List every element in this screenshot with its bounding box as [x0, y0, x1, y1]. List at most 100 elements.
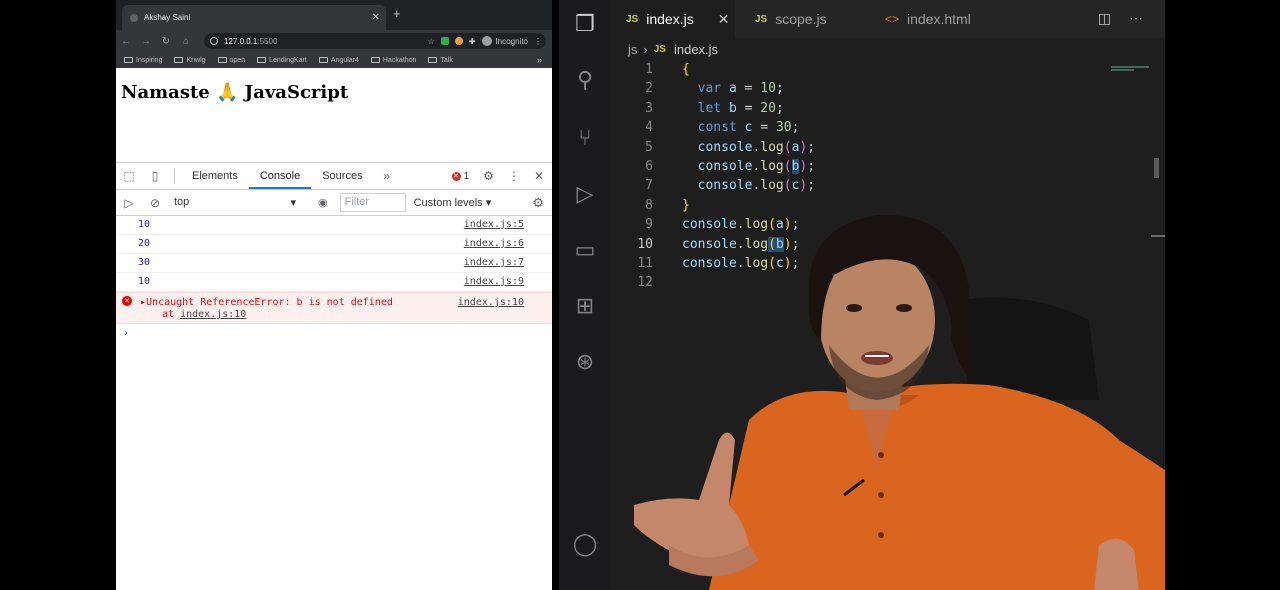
error-message[interactable]: ▸Uncaught ReferenceError: b is not defin…: [140, 297, 393, 308]
site-info-icon[interactable]: [210, 37, 218, 45]
breadcrumb-folder[interactable]: js: [628, 42, 637, 57]
git-graph-icon[interactable]: ⊛: [571, 348, 599, 376]
code-text: console.log(b);: [697, 158, 816, 174]
settings-gear-icon[interactable]: ⚙: [483, 169, 494, 183]
scrollbar-thumb[interactable]: [1154, 158, 1159, 178]
device-toolbar-icon[interactable]: ▯: [142, 169, 168, 183]
error-source-link[interactable]: index.js:10: [458, 297, 524, 308]
folder-icon: [174, 57, 184, 63]
bookmark-item[interactable]: open: [217, 57, 245, 64]
new-tab-icon[interactable]: +: [393, 6, 401, 21]
stack-source-link[interactable]: index.js:10: [180, 309, 246, 320]
editor-tab-scope-js[interactable]: JS scope.js: [755, 0, 827, 38]
account-icon[interactable]: ◯: [571, 530, 599, 558]
tab-elements[interactable]: Elements: [181, 163, 249, 189]
code-editor[interactable]: 1{ 2 var a = 10; 3 let b = 20; 4 const c…: [611, 60, 1165, 293]
page-content: Namaste 🙏 JavaScript: [116, 68, 552, 162]
inspect-element-icon[interactable]: ⬚: [116, 169, 142, 183]
log-source-link[interactable]: index.js:9: [464, 276, 524, 287]
line-number: 6: [645, 158, 653, 174]
line-number: 4: [645, 120, 653, 136]
console-filter-input[interactable]: Filter: [339, 193, 406, 212]
chevron-right-icon: ›: [643, 42, 648, 57]
bookmark-star-icon[interactable]: ☆: [428, 37, 435, 46]
code-line: 5 console.log(a);: [611, 138, 1165, 157]
bookmarks-overflow-icon[interactable]: »: [537, 55, 542, 65]
code-text: const c = 30;: [697, 120, 800, 136]
error-counter[interactable]: ✕ 1: [451, 171, 469, 182]
more-actions-icon[interactable]: ⋯: [1129, 10, 1143, 27]
code-text: }: [682, 197, 690, 213]
line-number: 12: [637, 275, 653, 291]
extension-icon[interactable]: [440, 37, 449, 45]
home-icon[interactable]: ⌂: [176, 36, 196, 47]
code-line: 10 console.log(b);: [611, 235, 1165, 254]
code-text: console.log(a);: [697, 139, 816, 155]
favicon-icon: [130, 13, 138, 22]
js-file-icon: JS: [653, 44, 666, 55]
code-line: 3 let b = 20;: [611, 99, 1165, 118]
log-value: 30: [138, 257, 151, 268]
explorer-files-icon[interactable]: ❐: [571, 10, 599, 38]
console-log-row: 30 index.js:7: [116, 254, 552, 273]
more-tabs-icon[interactable]: »: [374, 169, 400, 183]
line-number: 8: [645, 197, 653, 213]
clear-console-icon[interactable]: ⊘: [142, 196, 168, 210]
incognito-badge[interactable]: Incognito: [481, 36, 528, 46]
code-line: 12: [611, 273, 1165, 292]
address-bar[interactable]: 127.0.0.1:5500 ☆ ✚ Incognito ⋮: [204, 33, 546, 49]
run-debug-icon[interactable]: ▷: [571, 180, 599, 208]
tab-console[interactable]: Console: [248, 163, 312, 189]
console-prompt-row[interactable]: ›: [116, 324, 552, 344]
bookmark-item[interactable]: LendingKart: [257, 57, 307, 64]
editor-tab-index-html[interactable]: <> index.html: [885, 0, 971, 38]
bookmark-item[interactable]: Knwlg: [174, 57, 206, 64]
log-levels-dropdown[interactable]: Custom levels ▾: [414, 196, 492, 209]
console-prompt-icon: ›: [124, 327, 128, 339]
close-tab-icon[interactable]: ✕: [372, 12, 380, 23]
show-sidebar-icon[interactable]: ▷: [116, 196, 142, 210]
extension-icon[interactable]: [454, 37, 463, 45]
forward-icon[interactable]: →: [136, 36, 156, 47]
log-source-link[interactable]: index.js:6: [464, 238, 524, 249]
console-log-row: 10 index.js:9: [116, 273, 552, 292]
html-file-icon: <>: [885, 12, 900, 26]
source-control-icon[interactable]: ⑂: [571, 124, 599, 152]
close-tab-icon[interactable]: ✕: [718, 11, 730, 28]
console-log-row: 10 index.js:5: [116, 216, 552, 235]
remote-explorer-icon[interactable]: ▭: [571, 236, 599, 264]
tab-sources[interactable]: Sources: [311, 163, 373, 189]
browser-menu-icon[interactable]: ⋮: [534, 37, 546, 46]
search-icon[interactable]: ⚲: [571, 66, 599, 94]
breadcrumb-file[interactable]: index.js: [674, 42, 718, 57]
bookmark-item[interactable]: Angular4: [318, 57, 359, 64]
line-number: 1: [645, 62, 653, 77]
log-source-link[interactable]: index.js:5: [464, 219, 524, 230]
overview-ruler-mark: [1151, 235, 1165, 237]
extensions-icon[interactable]: ⊞: [571, 292, 599, 320]
vscode-window: ❐ ⚲ ⑂ ▷ ▭ ⊞ ⊛ ◯ JS index.js ✕ JS scope.j…: [559, 0, 1165, 590]
activity-bar: ❐ ⚲ ⑂ ▷ ▭ ⊞ ⊛ ◯: [559, 0, 611, 590]
editor-tab-index-js[interactable]: JS index.js ✕: [611, 0, 735, 38]
bookmark-item[interactable]: Talk: [428, 57, 453, 64]
browser-toolbar: ← → ↻ ⌂ 127.0.0.1:5500 ☆ ✚ Incognito ⋮: [116, 30, 552, 52]
bookmark-item[interactable]: Inspiring: [124, 57, 162, 64]
line-number: 3: [645, 100, 653, 116]
more-options-icon[interactable]: ⋮: [508, 169, 520, 183]
log-source-link[interactable]: index.js:7: [464, 257, 524, 268]
bookmark-item[interactable]: Hackathon: [370, 57, 416, 64]
code-line: 8}: [611, 196, 1165, 215]
back-icon[interactable]: ←: [116, 36, 136, 47]
live-expression-eye-icon[interactable]: ◉: [318, 196, 328, 209]
close-devtools-icon[interactable]: ✕: [534, 169, 544, 183]
context-select[interactable]: top ▾: [174, 196, 296, 209]
split-editor-icon[interactable]: ◫: [1098, 10, 1111, 27]
extensions-puzzle-icon[interactable]: ✚: [469, 37, 476, 46]
incognito-icon: [481, 36, 492, 46]
minimap[interactable]: [1111, 66, 1149, 72]
editor-tab-bar: JS index.js ✕ JS scope.js <> index.html …: [611, 0, 1165, 38]
console-settings-icon[interactable]: ⚙: [532, 195, 544, 211]
code-line: 9 console.log(a);: [611, 215, 1165, 234]
browser-tab[interactable]: Akshay Saini ✕: [122, 5, 386, 30]
reload-icon[interactable]: ↻: [156, 36, 176, 47]
